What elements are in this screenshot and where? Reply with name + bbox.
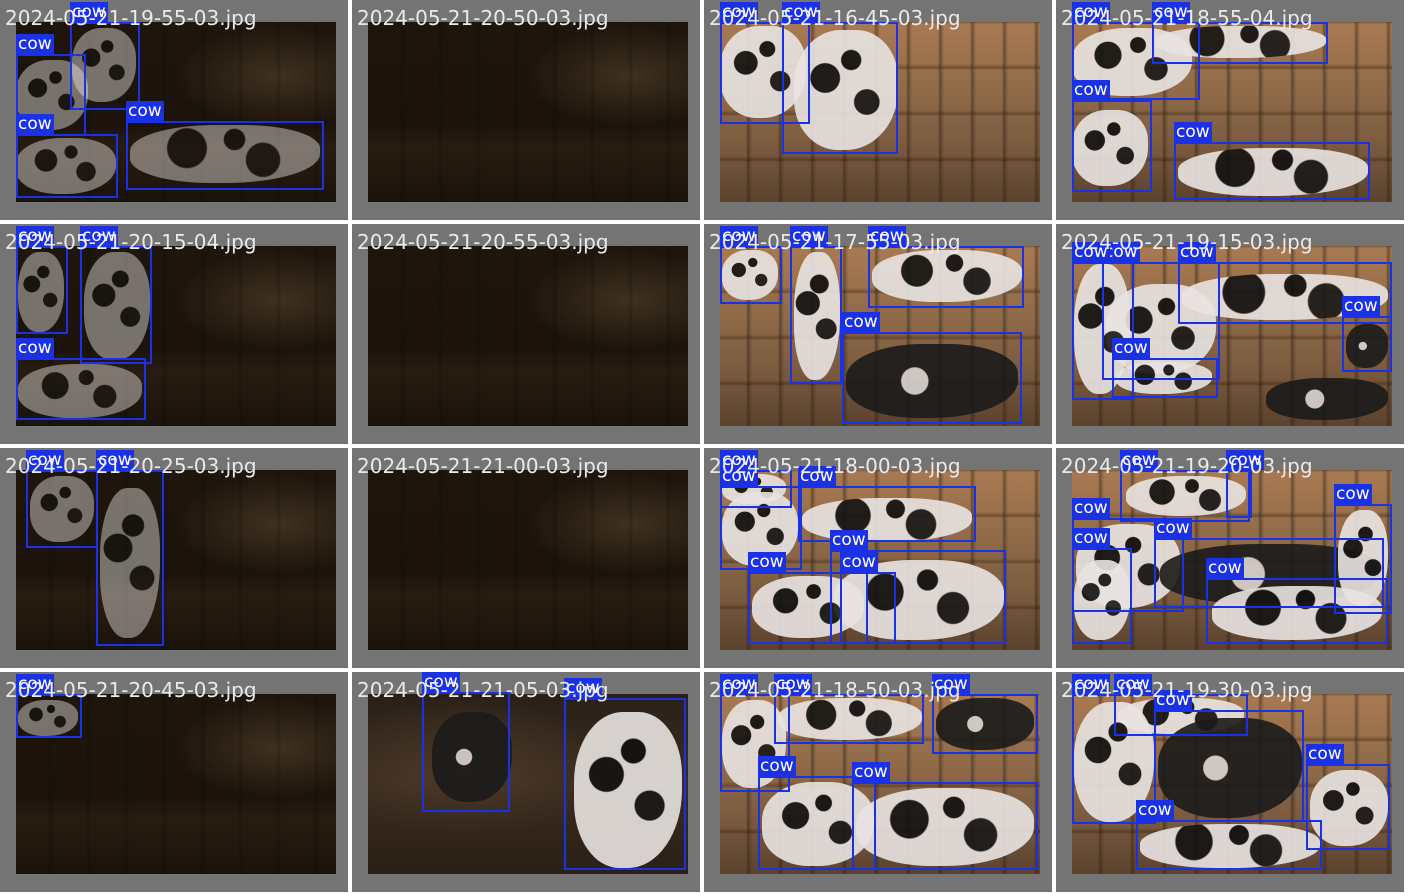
detection-box	[1112, 358, 1218, 398]
detection-label: cow	[16, 338, 54, 358]
result-tile: cow cow cow cow 2024-05-21-17-55-03.jpg	[704, 224, 1052, 444]
result-tile: cow cow cow cow 2024-05-21-19-55-03.jpg	[0, 0, 348, 220]
detection-box	[1342, 316, 1392, 372]
detection-label: cow	[1174, 122, 1212, 142]
barn-camera-image	[368, 470, 688, 650]
barn-camera-image	[368, 246, 688, 426]
detection-box	[16, 246, 68, 334]
result-tile: 2024-05-21-21-00-03.jpg	[352, 448, 700, 668]
detection-box	[80, 246, 152, 364]
detection-box	[126, 121, 324, 190]
detection-results-grid: cow cow cow cow 2024-05-21-19-55-03.jpg 2024-…	[0, 0, 1408, 896]
detection-label: cow	[126, 101, 164, 121]
detection-box	[840, 572, 896, 644]
image-filename: 2024-05-21-19-55-03.jpg	[5, 6, 257, 30]
detection-label: cow	[1112, 338, 1150, 358]
detection-box	[1154, 710, 1304, 822]
result-tile: 2024-05-21-20-50-03.jpg	[352, 0, 700, 220]
detection-box	[1174, 142, 1370, 200]
result-tile: cow cow cow cow cow 2024-05-21-19-30-03.jpg	[1056, 672, 1404, 892]
detection-label: cow	[1072, 80, 1110, 100]
detection-label: cow	[1306, 744, 1344, 764]
detection-box	[96, 470, 164, 646]
detection-box	[790, 246, 842, 384]
result-tile: cow 2024-05-21-20-45-03.jpg	[0, 672, 348, 892]
detection-label: cow	[748, 552, 786, 572]
image-filename: 2024-05-21-20-25-03.jpg	[5, 454, 257, 478]
detection-label: cow	[1072, 498, 1110, 518]
result-tile: cow cow cow cow cow cow cow 2024-05-21-19-20-03…	[1056, 448, 1404, 668]
detection-box	[16, 358, 146, 420]
detection-box	[422, 692, 510, 812]
detection-box	[564, 698, 686, 870]
detection-label: cow	[1334, 484, 1372, 504]
result-tile: cow cow cow cow cow cow 2024-05-21-18-00-03.jp…	[704, 448, 1052, 668]
image-filename: 2024-05-21-19-20-03.jpg	[1061, 454, 1313, 478]
detection-box	[1334, 504, 1392, 614]
detection-box	[26, 470, 98, 548]
result-tile: cow cow cow cow 2024-05-21-18-55-04.jpg	[1056, 0, 1404, 220]
detection-label: cow	[758, 756, 796, 776]
detection-label: cow	[16, 114, 54, 134]
image-filename: 2024-05-21-17-55-03.jpg	[709, 230, 961, 254]
result-tile: cow cow 2024-05-21-20-25-03.jpg	[0, 448, 348, 668]
detection-box	[1136, 820, 1322, 870]
result-tile: cow cow cow cow cow 2024-05-21-18-50-03.jpg	[704, 672, 1052, 892]
image-filename: 2024-05-21-21-05-03.jpg	[357, 678, 609, 702]
detection-label: cow	[1154, 518, 1192, 538]
detection-label: cow	[1206, 558, 1244, 578]
detection-box	[1072, 100, 1152, 192]
result-tile: cow cow 2024-05-21-16-45-03.jpg	[704, 0, 1052, 220]
detection-label: cow	[1342, 296, 1380, 316]
image-filename: 2024-05-21-20-50-03.jpg	[357, 6, 609, 30]
image-filename: 2024-05-21-16-45-03.jpg	[709, 6, 961, 30]
detection-box	[1072, 548, 1132, 644]
detection-label: cow	[852, 762, 890, 782]
detection-label: cow	[840, 552, 878, 572]
image-filename: 2024-05-21-20-55-03.jpg	[357, 230, 609, 254]
image-filename: 2024-05-21-18-50-03.jpg	[709, 678, 961, 702]
image-filename: 2024-05-21-18-00-03.jpg	[709, 454, 961, 478]
detection-box	[720, 22, 810, 124]
detection-box	[720, 246, 782, 304]
image-filename: 2024-05-21-21-00-03.jpg	[357, 454, 609, 478]
detection-box	[16, 134, 118, 198]
result-tile: cow cow cow 2024-05-21-20-15-04.jpg	[0, 224, 348, 444]
detection-box	[868, 246, 1024, 308]
image-filename: 2024-05-21-20-15-04.jpg	[5, 230, 257, 254]
detection-box	[842, 332, 1022, 424]
detection-label: cow	[842, 312, 880, 332]
detection-label: cow	[1136, 800, 1174, 820]
image-filename: 2024-05-21-18-55-04.jpg	[1061, 6, 1313, 30]
detection-label: cow	[830, 530, 868, 550]
image-filename: 2024-05-21-19-30-03.jpg	[1061, 678, 1313, 702]
result-tile: cow cow cow cow cow 2024-05-21-19-15-03.jpg	[1056, 224, 1404, 444]
detection-label: cow	[16, 34, 54, 54]
result-tile: cow cow 2024-05-21-21-05-03.jpg	[352, 672, 700, 892]
cow-silhouette	[1266, 378, 1388, 420]
barn-camera-image	[368, 22, 688, 202]
image-filename: 2024-05-21-19-15-03.jpg	[1061, 230, 1313, 254]
result-tile: 2024-05-21-20-55-03.jpg	[352, 224, 700, 444]
detection-box	[798, 486, 976, 542]
detection-box	[932, 694, 1038, 754]
detection-label: cow	[1072, 528, 1110, 548]
detection-box	[852, 782, 1038, 870]
image-filename: 2024-05-21-20-45-03.jpg	[5, 678, 257, 702]
